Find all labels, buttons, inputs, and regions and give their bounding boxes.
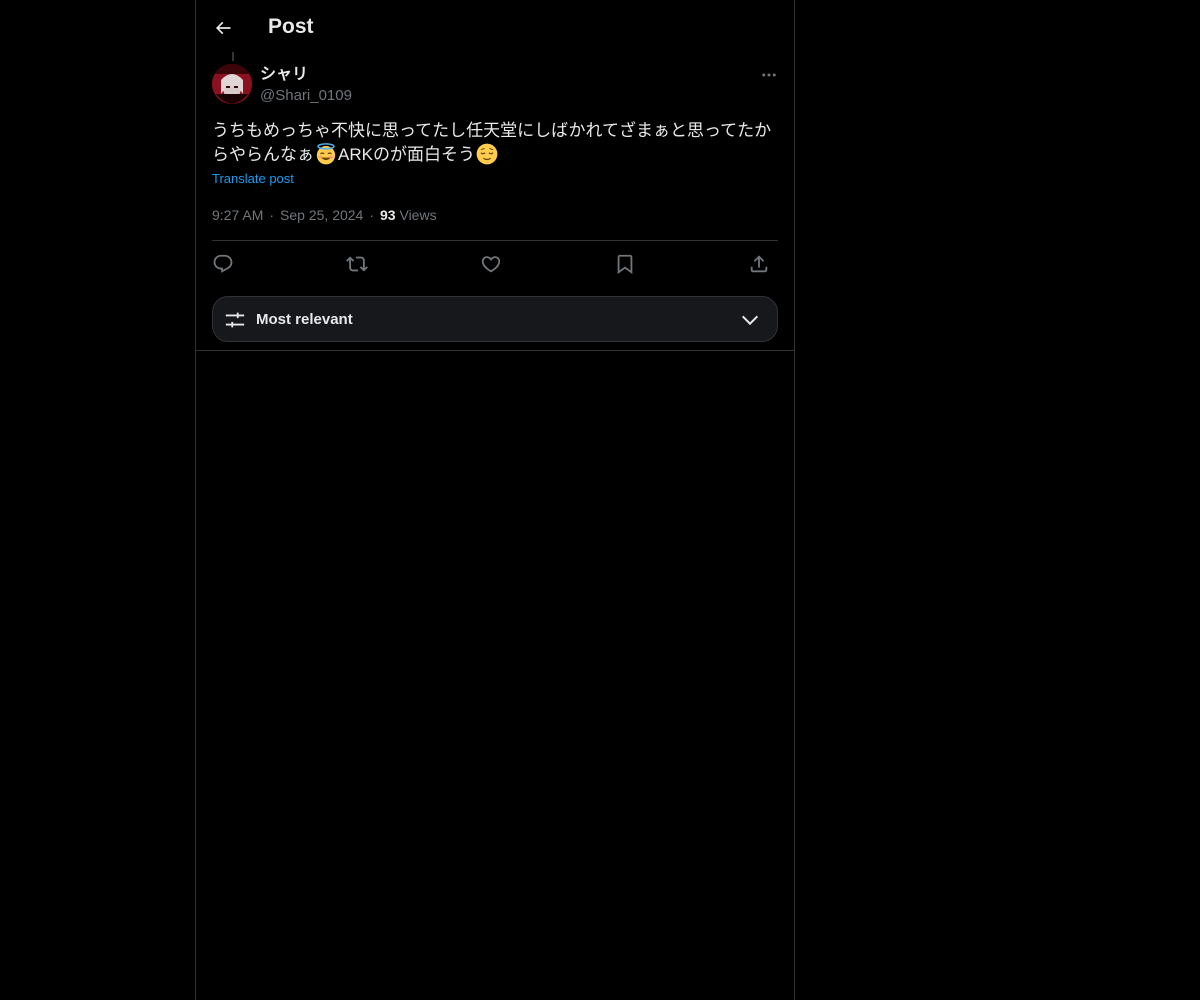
page-title: Post: [268, 15, 314, 38]
bookmark-button[interactable]: [610, 250, 640, 278]
repost-icon: [346, 256, 368, 272]
page-header: Post: [196, 0, 794, 53]
reply-icon: [213, 254, 233, 273]
section-divider: [196, 350, 794, 351]
reply-button[interactable]: [208, 250, 238, 278]
separator-dot: ·: [369, 207, 375, 223]
relieved-face-icon: [476, 143, 498, 165]
more-options-button[interactable]: [754, 60, 784, 90]
separator-dot: ·: [269, 207, 275, 223]
share-button[interactable]: [744, 250, 774, 278]
thread-connector-line: [232, 52, 234, 61]
post-date[interactable]: Sep 25, 2024: [280, 207, 363, 223]
post-author: シャリ @Shari_0109: [212, 64, 778, 106]
share-icon: [750, 255, 768, 273]
view-count: 93: [380, 207, 396, 223]
post-text: うちもめっちゃ不快に思ってたし任天堂にしばかれてざまぁと思ってたからやらんなぁ …: [212, 119, 778, 167]
smiling-face-with-halo-icon: [316, 143, 336, 165]
author-display-name[interactable]: シャリ: [260, 65, 308, 85]
arrow-left-icon: [215, 21, 231, 35]
author-handle[interactable]: @Shari_0109: [260, 86, 352, 106]
post-actions: [212, 250, 778, 278]
primary-column: Post シャリ @Shari_0109 うちもめっちゃ不快に思ってたし任天堂に…: [195, 0, 795, 1000]
translate-post-link[interactable]: Translate post: [212, 171, 294, 187]
like-button[interactable]: [476, 250, 506, 278]
views-label: Views: [399, 207, 437, 223]
chevron-down-icon: [741, 315, 759, 326]
bookmark-icon: [617, 254, 633, 275]
post-time[interactable]: 9:27 AM: [212, 207, 263, 223]
like-icon: [481, 256, 501, 273]
avatar[interactable]: [212, 64, 252, 104]
sort-label: Most relevant: [256, 311, 353, 328]
divider: [212, 240, 778, 241]
post-text-part-2: ARKのが面白そう: [338, 145, 475, 164]
back-button[interactable]: [206, 11, 240, 45]
post-metadata: 9:27 AM · Sep 25, 2024 · 93 Views: [212, 205, 437, 225]
replies-sort-dropdown[interactable]: Most relevant: [212, 296, 778, 342]
sliders-icon: [225, 312, 245, 328]
more-horizontal-icon: [762, 73, 776, 77]
repost-button[interactable]: [342, 250, 372, 278]
avatar-image: [212, 64, 252, 104]
